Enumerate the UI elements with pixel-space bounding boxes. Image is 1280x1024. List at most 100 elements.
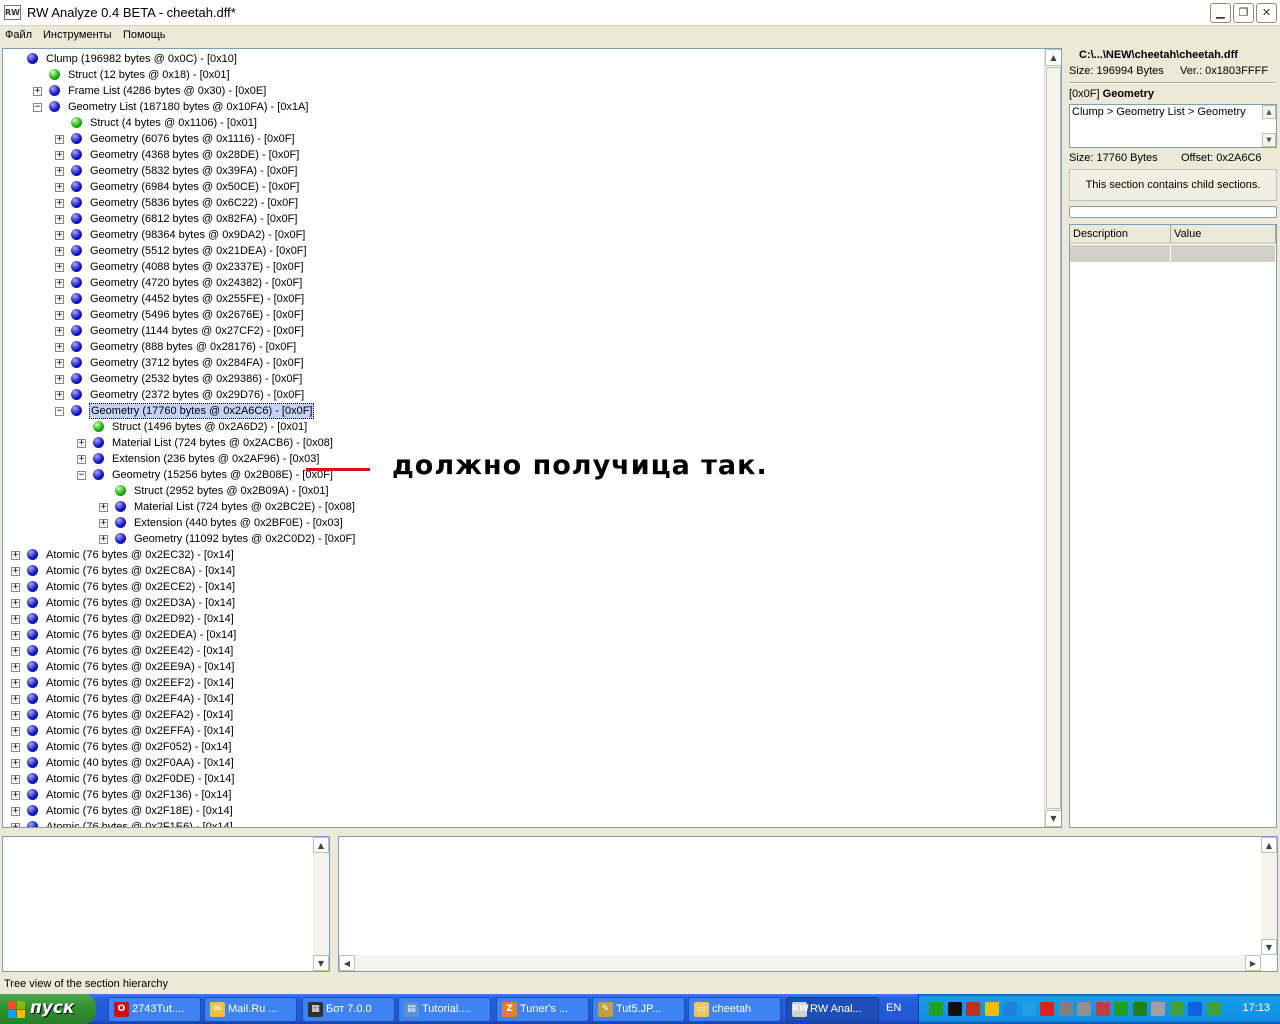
expand-icon[interactable]: + [55, 135, 64, 144]
tray-app-icon[interactable] [1040, 1002, 1054, 1016]
tree-node-label[interactable]: Geometry (5832 bytes @ 0x39FA) - [0x0F] [89, 164, 298, 178]
expand-icon[interactable]: + [11, 679, 20, 688]
scroll-up-icon[interactable]: ▲ [1045, 49, 1061, 66]
taskbar-button[interactable]: ✉ Mail.Ru ... [204, 997, 297, 1022]
expand-icon[interactable]: + [11, 791, 20, 800]
tree-node-label[interactable]: Atomic (76 bytes @ 0x2EC8A) - [0x14] [45, 564, 236, 578]
language-indicator[interactable]: EN [886, 1002, 901, 1014]
expand-icon[interactable]: + [11, 615, 20, 624]
taskbar-button[interactable]: O 2743Tut.... [108, 997, 201, 1022]
breadcrumb[interactable]: Clump > Geometry List > Geometry ▲ ▼ [1069, 104, 1277, 148]
tree-node-label[interactable]: Atomic (76 bytes @ 0x2F1E6) - [0x14] [45, 820, 234, 827]
expand-icon[interactable]: + [55, 375, 64, 384]
tree-node-label[interactable]: Clump (196982 bytes @ 0x0C) - [0x10] [45, 52, 238, 66]
taskbar-button[interactable]: RW RW Anal... [786, 997, 879, 1022]
tray-app-icon[interactable] [1021, 1002, 1036, 1016]
tree-node-label[interactable]: Geometry (6984 bytes @ 0x50CE) - [0x0F] [89, 180, 300, 194]
tree-node-label[interactable]: Geometry (5512 bytes @ 0x21DEA) - [0x0F] [89, 244, 308, 258]
expand-icon[interactable]: + [99, 503, 108, 512]
tree-node-label[interactable]: Geometry (4088 bytes @ 0x2337E) - [0x0F] [89, 260, 305, 274]
tree-node-label[interactable]: Atomic (76 bytes @ 0x2ED3A) - [0x14] [45, 596, 236, 610]
app-icon[interactable]: RW [4, 5, 21, 20]
tree-node-label[interactable]: Geometry (5496 bytes @ 0x2676E) - [0x0F] [89, 308, 305, 322]
expand-icon[interactable]: + [11, 727, 20, 736]
expand-icon[interactable]: + [55, 247, 64, 256]
restore-button[interactable]: ❐ [1233, 3, 1254, 23]
expand-icon[interactable]: + [11, 551, 20, 560]
properties-table[interactable]: Description Value [1069, 224, 1277, 828]
tree-node-label[interactable]: Geometry (1144 bytes @ 0x27CF2) - [0x0F] [89, 324, 305, 338]
tree-node-label[interactable]: Extension (236 bytes @ 0x2AF96) - [0x03] [111, 452, 320, 466]
tree-node-label[interactable]: Atomic (76 bytes @ 0x2F052) - [0x14] [45, 740, 232, 754]
expand-icon[interactable]: + [33, 87, 42, 96]
column-header-value[interactable]: Value [1171, 225, 1276, 244]
menu-help[interactable]: Помощь [121, 28, 168, 42]
table-row[interactable] [1070, 245, 1276, 262]
tree-node-label[interactable]: Material List (724 bytes @ 0x2BC2E) - [0… [133, 500, 356, 514]
collapse-icon[interactable]: − [55, 407, 64, 416]
tray-app-icon[interactable] [947, 1002, 962, 1016]
scroll-down-icon[interactable]: ▼ [1045, 810, 1061, 827]
tree-node-label[interactable]: Struct (1496 bytes @ 0x2A6D2) - [0x01] [111, 420, 308, 434]
start-button[interactable]: пуск [0, 994, 96, 1024]
tree-node-label[interactable]: Material List (724 bytes @ 0x2ACB6) - [0… [111, 436, 334, 450]
taskbar-button[interactable]: ▭ cheetah [688, 997, 781, 1022]
tree-node-label[interactable]: Atomic (76 bytes @ 0x2EE9A) - [0x14] [45, 660, 235, 674]
expand-icon[interactable]: + [11, 567, 20, 576]
tree-node-label[interactable]: Geometry (3712 bytes @ 0x284FA) - [0x0F] [89, 356, 305, 370]
tree-node-label[interactable]: Atomic (76 bytes @ 0x2F136) - [0x14] [45, 788, 232, 802]
expand-icon[interactable]: + [77, 439, 86, 448]
tree-vertical-scrollbar[interactable]: ▲ ▼ [1044, 49, 1061, 827]
title-bar[interactable]: RW RW Analyze 0.4 BETA - cheetah.dff* ▁ … [0, 0, 1280, 26]
taskbar-button[interactable]: ✎ Tut5.JP... [592, 997, 685, 1022]
expand-icon[interactable]: + [55, 215, 64, 224]
tree-node-label[interactable]: Atomic (40 bytes @ 0x2F0AA) - [0x14] [45, 756, 235, 770]
tray-app-icon[interactable] [1188, 1002, 1202, 1016]
hex-offset-pane[interactable]: ▲ ▼ [2, 836, 330, 972]
expand-icon[interactable]: + [11, 775, 20, 784]
tray-app-icon[interactable] [1114, 1002, 1128, 1016]
expand-icon[interactable]: + [55, 359, 64, 368]
expand-icon[interactable]: + [77, 455, 86, 464]
scroll-right-icon[interactable]: ▶ [1245, 955, 1261, 971]
expand-icon[interactable]: + [55, 327, 64, 336]
expand-icon[interactable]: + [11, 743, 20, 752]
tree-node-label[interactable]: Struct (2952 bytes @ 0x2B09A) - [0x01] [133, 484, 330, 498]
scroll-left-icon[interactable]: ◀ [339, 955, 355, 971]
expand-icon[interactable]: + [11, 631, 20, 640]
expand-icon[interactable]: + [99, 535, 108, 544]
expand-icon[interactable]: + [55, 263, 64, 272]
taskbar-button[interactable]: ▤ Tutorial.... [398, 997, 491, 1022]
tree-node-label[interactable]: Atomic (76 bytes @ 0x2EF4A) - [0x14] [45, 692, 235, 706]
tray-app-icon[interactable] [1132, 1002, 1147, 1016]
hex-data-pane[interactable]: ▲ ▼ ◀ ▶ [338, 836, 1278, 972]
tray-app-icon[interactable] [966, 1002, 980, 1016]
taskbar-button[interactable]: ▦ Бот 7.0.0 [302, 997, 395, 1022]
tree-node-label[interactable]: Geometry (4452 bytes @ 0x255FE) - [0x0F] [89, 292, 305, 306]
tree-node-label[interactable]: Atomic (76 bytes @ 0x2EE42) - [0x14] [45, 644, 234, 658]
expand-icon[interactable]: + [11, 663, 20, 672]
tray-app-icon[interactable] [984, 1002, 999, 1016]
vertical-scrollbar[interactable]: ▲ ▼ [1261, 837, 1277, 955]
horizontal-scrollbar[interactable]: ◀ ▶ [339, 955, 1261, 971]
expand-icon[interactable]: + [55, 231, 64, 240]
minimize-button[interactable]: ▁ [1210, 3, 1231, 23]
tray-app-icon[interactable] [1151, 1002, 1165, 1016]
scroll-down-icon[interactable]: ▼ [1262, 133, 1276, 147]
tree-node-label[interactable]: Atomic (76 bytes @ 0x2EEF2) - [0x14] [45, 676, 235, 690]
scroll-thumb[interactable] [1046, 67, 1061, 809]
scroll-up-icon[interactable]: ▲ [1262, 105, 1276, 119]
tree-node-label[interactable]: Atomic (76 bytes @ 0x2EFA2) - [0x14] [45, 708, 234, 722]
tree-node-label[interactable]: Geometry (4720 bytes @ 0x24382) - [0x0F] [89, 276, 303, 290]
expand-icon[interactable]: + [55, 295, 64, 304]
tree-node-label[interactable]: Atomic (76 bytes @ 0x2EC32) - [0x14] [45, 548, 235, 562]
expand-icon[interactable]: + [11, 583, 20, 592]
tree-node-label[interactable]: Geometry (5836 bytes @ 0x6C22) - [0x0F] [89, 196, 299, 210]
expand-icon[interactable]: + [11, 647, 20, 656]
scroll-down-icon[interactable]: ▼ [1261, 939, 1277, 955]
expand-icon[interactable]: + [11, 599, 20, 608]
expand-icon[interactable]: + [55, 343, 64, 352]
expand-icon[interactable]: + [55, 279, 64, 288]
scroll-down-icon[interactable]: ▼ [313, 955, 329, 971]
tree-node-label[interactable]: Atomic (76 bytes @ 0x2F18E) - [0x14] [45, 804, 234, 818]
